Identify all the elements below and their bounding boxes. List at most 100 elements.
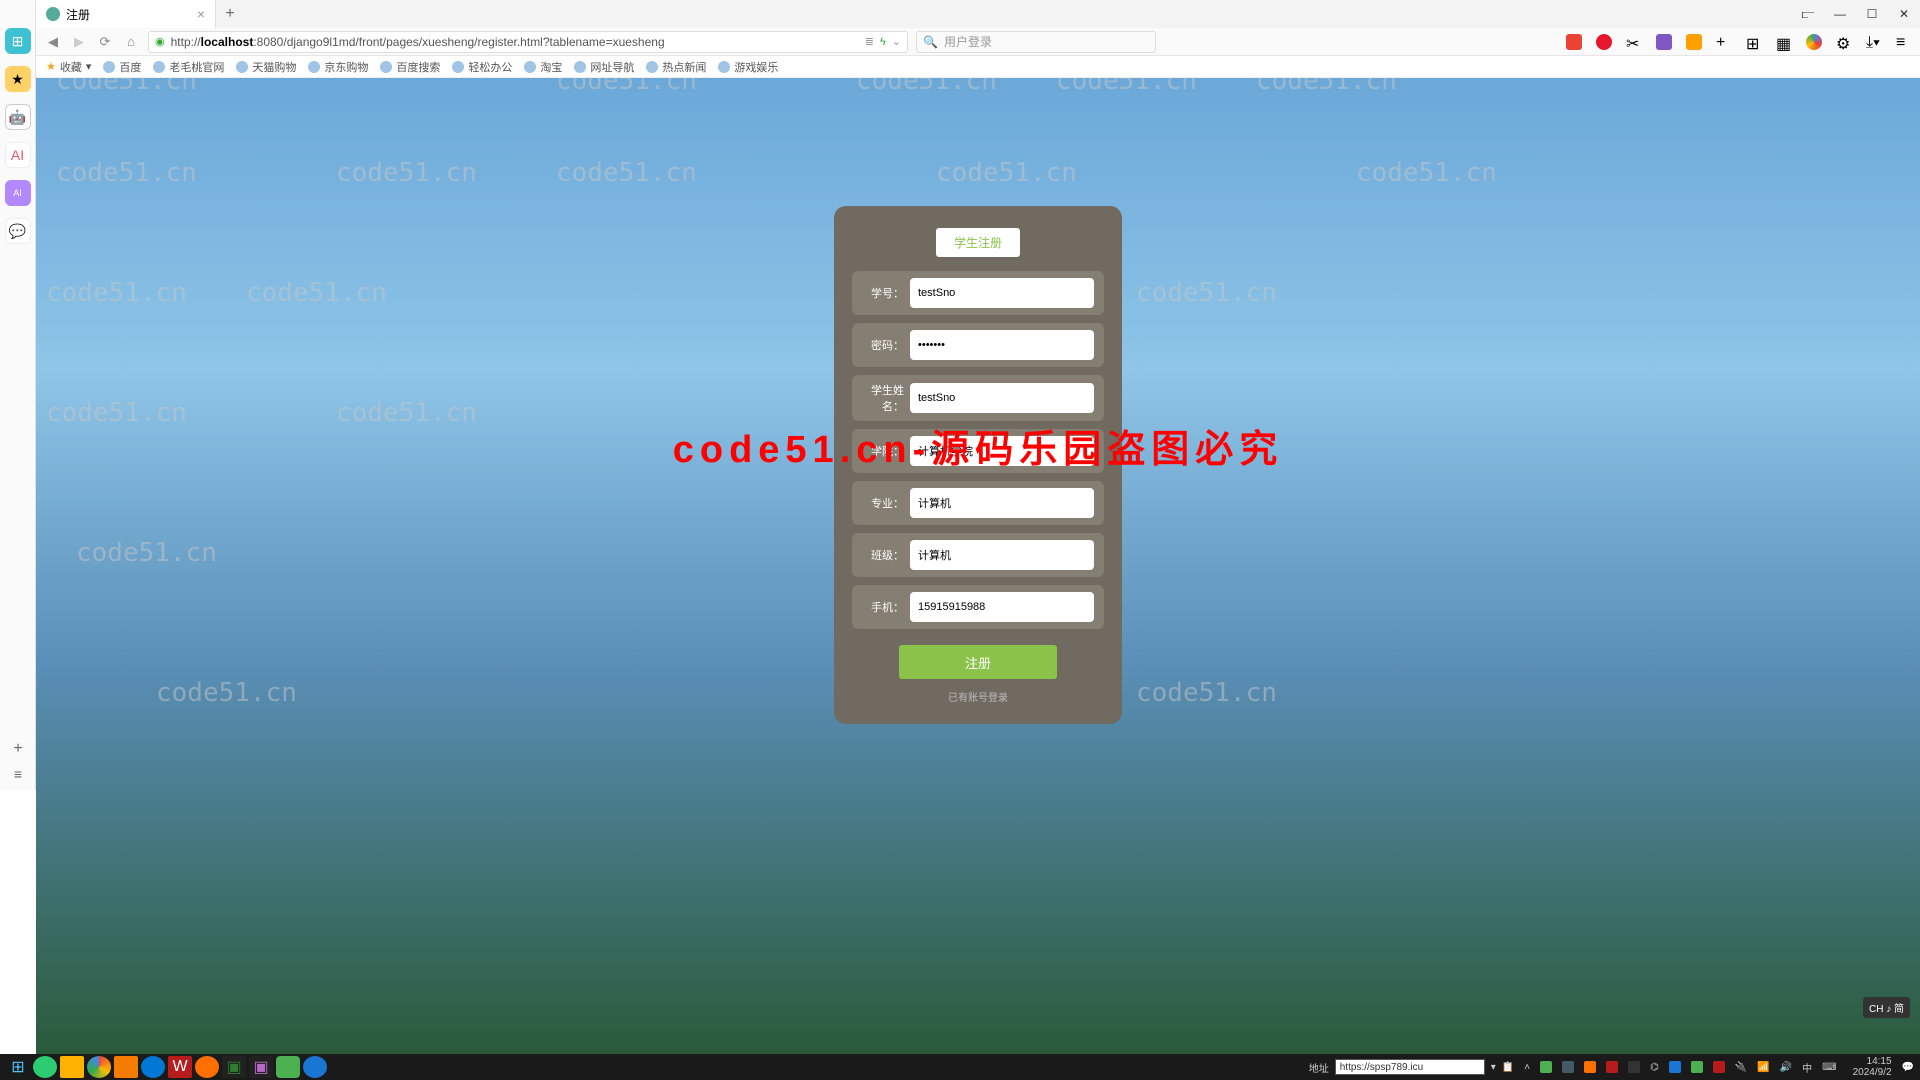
bookmark-item-6[interactable]: 淘宝 <box>524 59 562 75</box>
bookmark-fav[interactable]: ★收藏 ▾ <box>46 59 91 75</box>
task-browser-icon[interactable] <box>33 1056 57 1078</box>
taskbar-clock[interactable]: 14:15 2024/9/2 <box>1853 1056 1892 1078</box>
watermark: code51.cn <box>246 278 387 308</box>
sidebar-icon-6[interactable]: 💬 <box>5 218 31 244</box>
tray-icon-2[interactable] <box>1562 1061 1574 1073</box>
window-minimize-button[interactable]: — <box>1824 0 1856 28</box>
bookmark-item-4[interactable]: 百度搜索 <box>380 59 440 75</box>
tray-ime-icon[interactable]: 中 <box>1802 1060 1812 1075</box>
sidebar-icon-1[interactable]: ⊞ <box>5 28 31 54</box>
ext-menu-icon[interactable]: ≡ <box>1896 34 1912 50</box>
ext-chrome-icon[interactable] <box>1806 34 1822 50</box>
tab-close-icon[interactable]: × <box>197 6 205 22</box>
input-password[interactable] <box>910 330 1094 360</box>
taskbar-address-dropdown[interactable]: ▾ <box>1491 1062 1496 1073</box>
task-wechat-icon[interactable] <box>276 1056 300 1078</box>
nav-reload-button[interactable]: ⟳ <box>96 33 114 51</box>
start-button[interactable]: ⊞ <box>6 1056 30 1078</box>
tray-icon-7[interactable] <box>1691 1061 1703 1073</box>
input-sno[interactable] <box>910 278 1094 308</box>
tab-active[interactable]: 注册 × <box>36 0 216 28</box>
tray-power-icon[interactable]: 🔌 <box>1735 1062 1747 1073</box>
tray-icon-8[interactable] <box>1713 1061 1725 1073</box>
page-content: code51.cn code51.cn code51.cn code51.cn … <box>36 78 1920 1054</box>
ext-shield-icon[interactable] <box>1686 34 1702 50</box>
ext-gear-icon[interactable]: ⚙ <box>1836 34 1852 50</box>
sidebar-icon-4[interactable]: AI <box>5 142 31 168</box>
search-icon: 🔍 <box>923 35 938 49</box>
sidebar-icon-2[interactable]: ★ <box>5 66 31 92</box>
bookmark-item-7[interactable]: 网址导航 <box>574 59 634 75</box>
ime-indicator[interactable]: CH ♪ 简 <box>1863 997 1910 1018</box>
bookmark-item-1[interactable]: 老毛桃官网 <box>153 59 224 75</box>
task-sublime-icon[interactable] <box>114 1056 138 1078</box>
tray-notification-icon[interactable]: 💬 <box>1902 1062 1914 1073</box>
window-side-icon[interactable]: ⫍ <box>1792 0 1824 28</box>
window-close-button[interactable]: ✕ <box>1888 0 1920 28</box>
ext-scissors-icon[interactable]: ✂ <box>1626 34 1642 50</box>
ext-weibo-icon[interactable] <box>1596 34 1612 50</box>
label-major: 专业： <box>862 495 910 511</box>
tray-wifi-icon[interactable]: 📶 <box>1757 1062 1769 1073</box>
input-phone[interactable] <box>910 592 1094 622</box>
nav-back-button[interactable]: ◀ <box>44 33 62 51</box>
submit-button[interactable]: 注册 <box>899 645 1057 679</box>
tray-up-icon[interactable]: ˄ <box>1524 1062 1530 1073</box>
bookmark-item-5[interactable]: 轻松办公 <box>452 59 512 75</box>
search-input[interactable]: 🔍 用户登录 <box>916 31 1156 53</box>
task-chrome-icon[interactable] <box>87 1056 111 1078</box>
ext-grid-icon[interactable]: ▦ <box>1776 34 1792 50</box>
watermark: code51.cn <box>1136 678 1277 708</box>
tab-title: 注册 <box>66 6 90 23</box>
tray-volume-icon[interactable]: 🔊 <box>1780 1062 1792 1073</box>
window-maximize-button[interactable]: ☐ <box>1856 0 1888 28</box>
bookmark-item-0[interactable]: 百度 <box>103 59 141 75</box>
bolt-icon[interactable]: ϟ <box>880 36 886 48</box>
bookmark-item-9[interactable]: 游戏娱乐 <box>718 59 778 75</box>
tray-icon-5[interactable] <box>1628 1061 1640 1073</box>
sidebar-icon-3[interactable]: 🤖 <box>5 104 31 130</box>
form-tab[interactable]: 学生注册 <box>936 228 1020 257</box>
address-bar: ◀ ▶ ⟳ ⌂ ◉ http://localhost:8080/django9l… <box>36 28 1920 56</box>
ext-plus-icon[interactable]: + <box>1716 34 1732 50</box>
task-pycharm-icon[interactable]: ▣ <box>222 1056 246 1078</box>
tray-icon-1[interactable] <box>1540 1061 1552 1073</box>
url-input[interactable]: ◉ http://localhost:8080/django9l1md/fron… <box>148 31 908 53</box>
tray-icon-3[interactable] <box>1584 1061 1596 1073</box>
tray-icon-4[interactable] <box>1606 1061 1618 1073</box>
bookmark-item-3[interactable]: 京东购物 <box>308 59 368 75</box>
input-major[interactable] <box>910 488 1094 518</box>
sidebar-menu-icon[interactable]: ≡ <box>14 766 22 782</box>
taskbar-address-input[interactable]: https://spsp789.icu <box>1335 1059 1485 1075</box>
task-idea-icon[interactable]: ▣ <box>249 1056 273 1078</box>
task-orange-icon[interactable] <box>195 1056 219 1078</box>
task-wps-icon[interactable]: W <box>168 1056 192 1078</box>
translate-icon[interactable]: ≣ <box>865 35 874 48</box>
ext-download-icon[interactable]: ⤓▾ <box>1866 34 1882 50</box>
task-explorer-icon[interactable] <box>60 1056 84 1078</box>
bookmark-item-8[interactable]: 热点新闻 <box>646 59 706 75</box>
bm-favicon <box>524 61 536 73</box>
input-name[interactable] <box>910 383 1094 413</box>
input-class[interactable] <box>910 540 1094 570</box>
field-password: 密码： <box>852 323 1104 367</box>
sidebar-icon-5[interactable]: AI <box>5 180 31 206</box>
ext-puzzle-icon[interactable]: ⊞ <box>1746 34 1762 50</box>
sidebar-add-icon[interactable]: + <box>13 740 22 758</box>
tray-icon-6[interactable] <box>1669 1061 1681 1073</box>
tray-keyboard-icon[interactable]: ⌨ <box>1822 1062 1836 1073</box>
ext-mail-icon[interactable] <box>1566 34 1582 50</box>
bookmark-item-2[interactable]: 天猫购物 <box>236 59 296 75</box>
nav-home-button[interactable]: ⌂ <box>122 33 140 51</box>
ext-translate-icon[interactable] <box>1656 34 1672 50</box>
tab-add-button[interactable]: + <box>216 0 244 28</box>
taskbar-clipboard-icon[interactable]: 📋 <box>1502 1062 1514 1073</box>
task-blue-icon[interactable] <box>303 1056 327 1078</box>
search-placeholder: 用户登录 <box>944 33 992 50</box>
tray-bt-icon[interactable]: ⌬ <box>1650 1062 1659 1073</box>
nav-forward-button[interactable]: ▶ <box>70 33 88 51</box>
taskbar: ⊞ W ▣ ▣ 地址 https://spsp789.icu ▾ 📋 ˄ ⌬ 🔌… <box>0 1054 1920 1080</box>
login-link[interactable]: 已有账号登录 <box>948 689 1008 704</box>
task-edge-icon[interactable] <box>141 1056 165 1078</box>
chevron-down-icon[interactable]: ⌄ <box>892 35 901 48</box>
